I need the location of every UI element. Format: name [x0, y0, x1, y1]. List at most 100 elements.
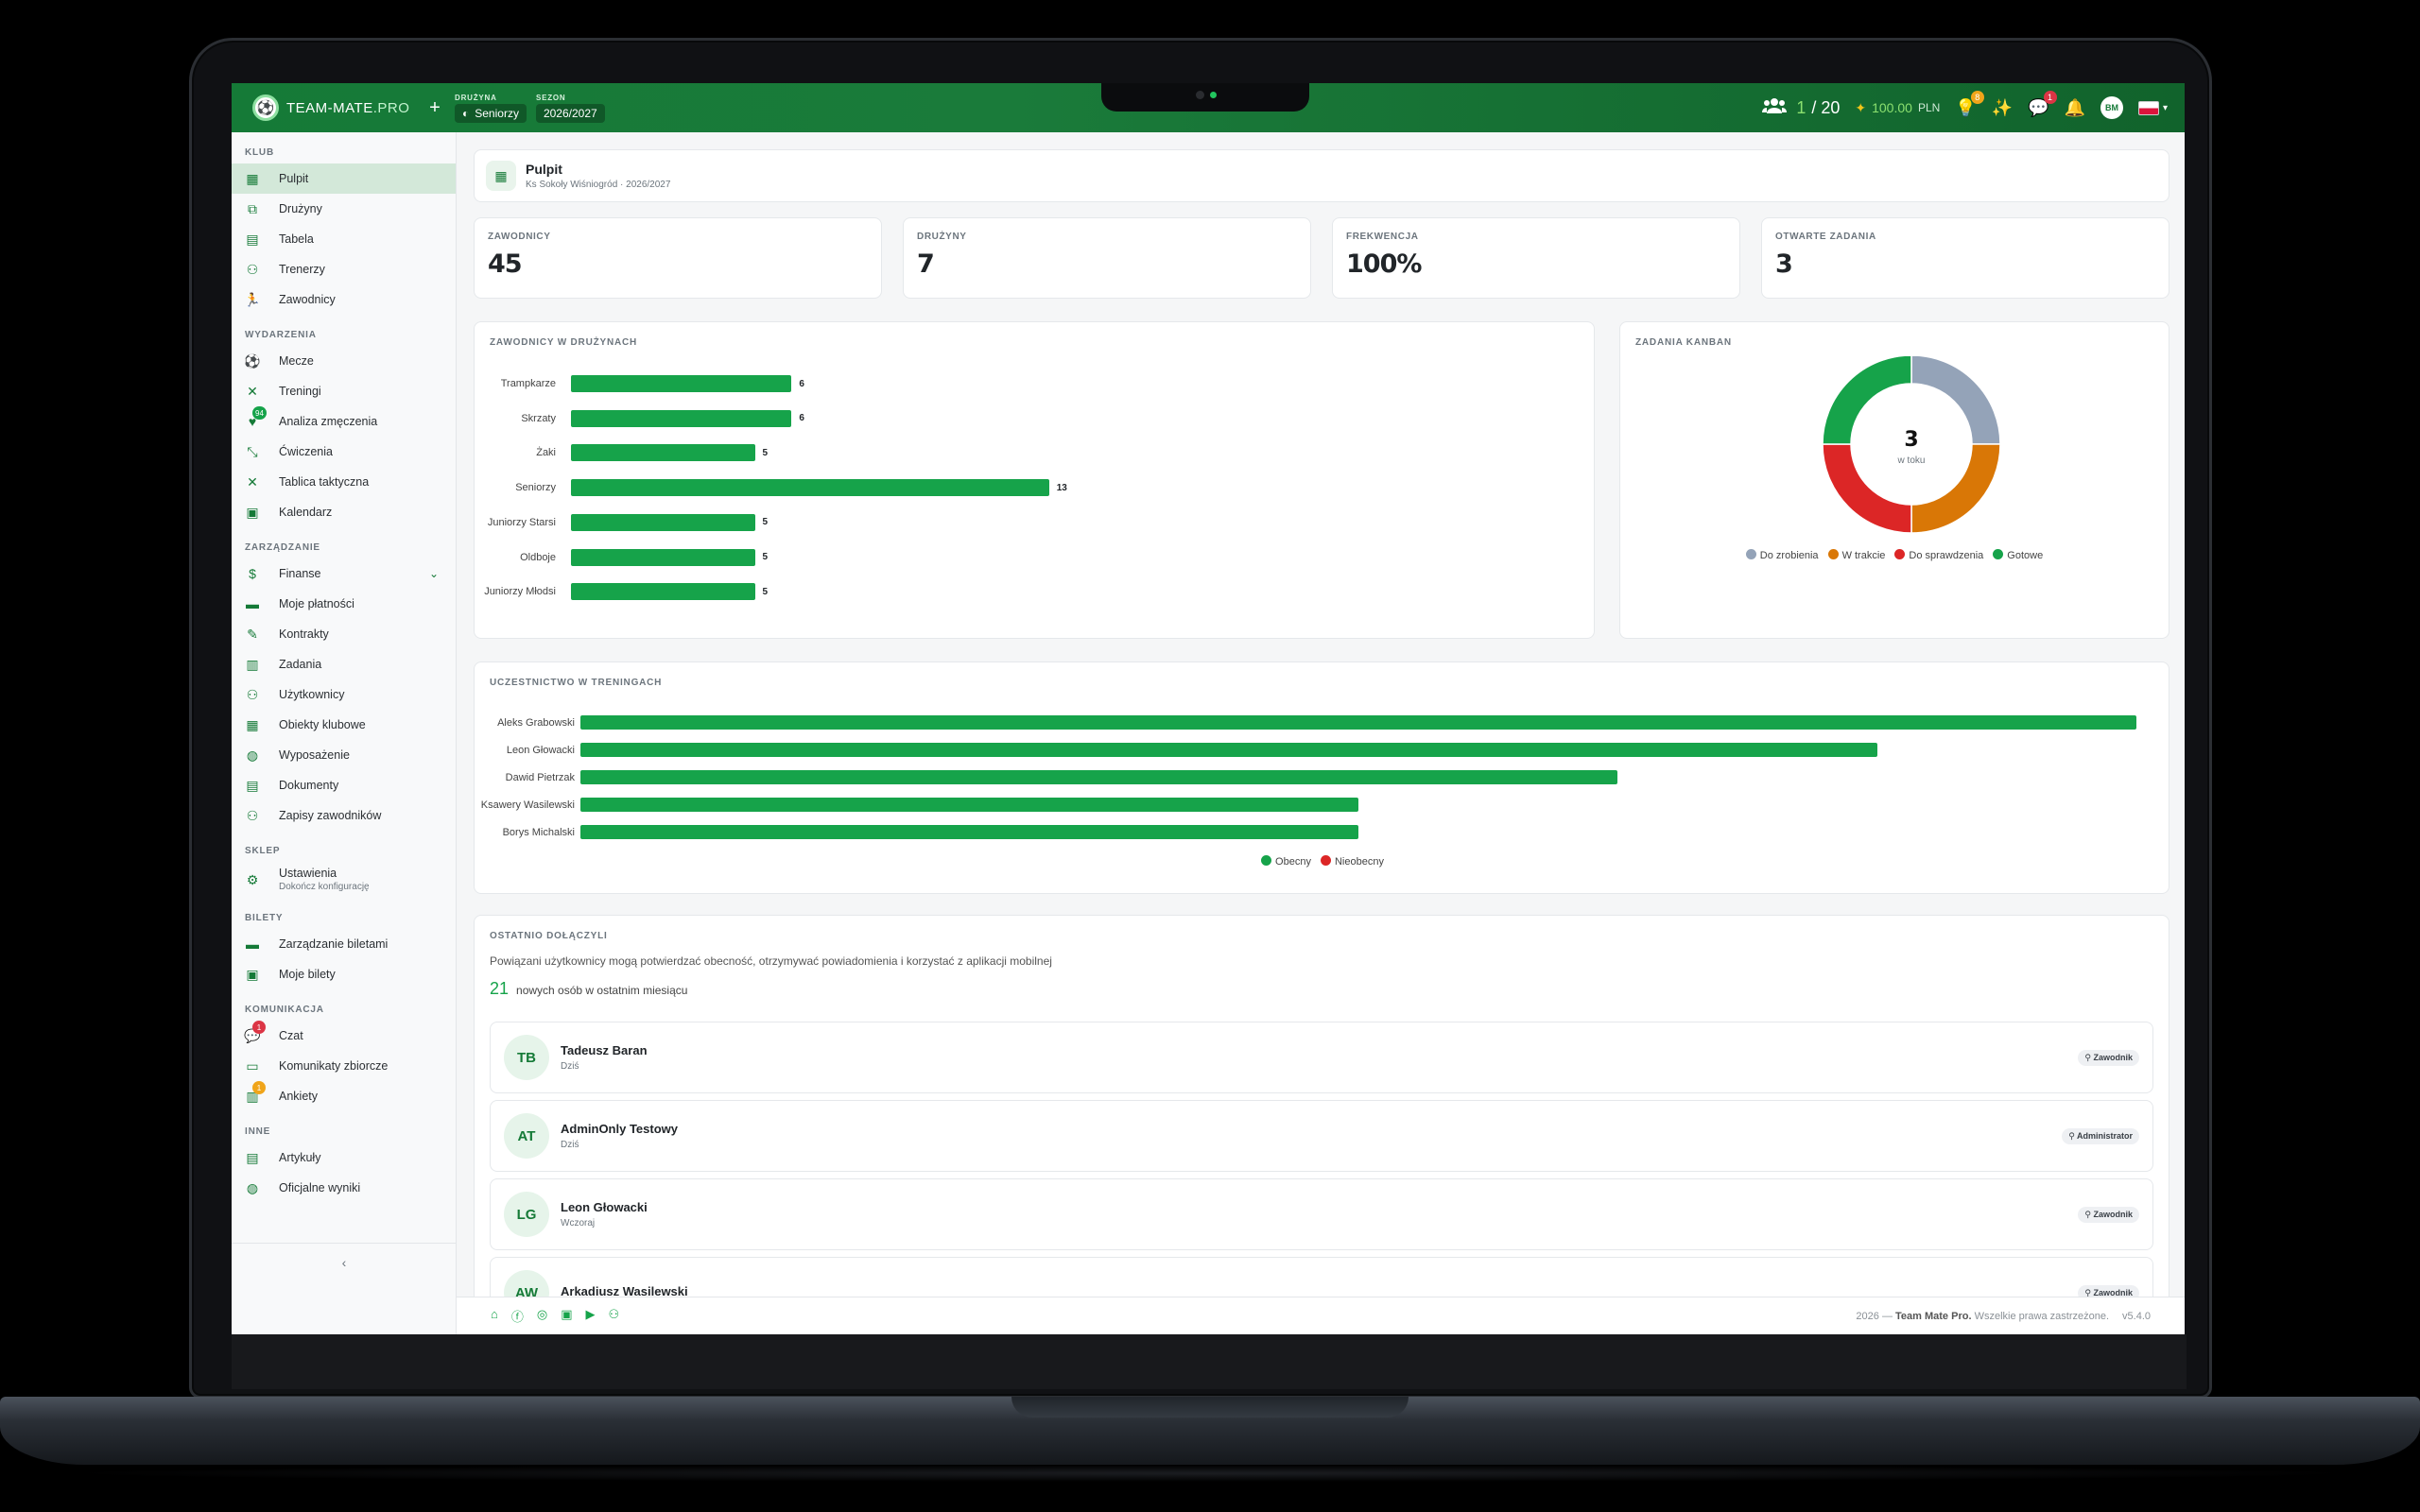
sidebar-item-platnosci[interactable]: ▬ Moje płatności	[232, 589, 456, 619]
bar-obecny[interactable]	[580, 770, 1618, 784]
bar[interactable]	[571, 479, 1049, 497]
footer-version: v5.4.0	[2122, 1310, 2151, 1322]
sidebar-item-treningi[interactable]: ✕ Treningi	[232, 376, 456, 406]
sidebar-item-label: Kalendarz	[279, 506, 333, 519]
legend-entry[interactable]: W trakcie	[1827, 549, 1885, 561]
donut-slice[interactable]	[1910, 356, 2001, 445]
footer: ⌂ ⓕ ◎ ▣ ▶ ⚇ 2026 — Team Mate Pro. Wszelk…	[457, 1297, 2185, 1334]
sidebar-item-zawodnicy[interactable]: 🏃 Zawodnicy	[232, 284, 456, 315]
legend-swatch	[1827, 549, 1839, 559]
stat-card-zadania: OTWARTE ZADANIA 3	[1761, 217, 2169, 299]
bar[interactable]	[571, 583, 755, 601]
legend-entry[interactable]: Gotowe	[1993, 549, 2043, 561]
sidebar-item-czat[interactable]: 💬 1 Czat	[232, 1021, 456, 1051]
list-item[interactable]: AW Arkadiusz Wasilewski ⚲ Zawodnik	[490, 1257, 2153, 1297]
chat-button[interactable]: 💬 1	[2028, 90, 2057, 118]
bar-row: Aleks Grabowski	[475, 715, 2136, 730]
sidebar-item-tabela[interactable]: ▤ Tabela	[232, 224, 456, 254]
bar-obecny[interactable]	[580, 715, 2136, 730]
stadium-icon: ▦	[246, 716, 259, 732]
season-value: 2026/2027	[543, 106, 597, 120]
sidebar-item-mecze[interactable]: ⚽ Mecze	[232, 346, 456, 376]
sidebar-item-uzytkownicy[interactable]: ⚇ Użytkownicy	[232, 679, 456, 710]
bar-row: Leon Głowacki	[475, 743, 1877, 757]
sidebar-item-dokumenty[interactable]: ▤ Dokumenty	[232, 770, 456, 800]
team-icon[interactable]: ⚇	[609, 1307, 620, 1325]
legend-entry[interactable]: Nieobecny	[1320, 855, 1384, 868]
sidebar-item-finanse[interactable]: $ Finanse ⌄	[232, 558, 456, 589]
legend-entry[interactable]: Do sprawdzenia	[1894, 549, 1983, 561]
sidebar-item-ankiety[interactable]: ▥ 1 Ankiety	[232, 1081, 456, 1111]
sidebar-item-tablica[interactable]: ✕ Tablica taktyczna	[232, 467, 456, 497]
bar-obecny[interactable]	[580, 743, 1877, 757]
sidebar-item-pulpit[interactable]: ▦ Pulpit	[232, 163, 456, 194]
legend-entry[interactable]: Obecny	[1261, 855, 1311, 868]
collapse-sidebar-button[interactable]: ‹	[232, 1243, 457, 1270]
stat-label: FREKWENCJA	[1346, 232, 1419, 242]
ai-button[interactable]: ✨	[1992, 98, 2013, 118]
donut-center-label: w toku	[1897, 455, 1926, 466]
stat-label: OTWARTE ZADANIA	[1775, 232, 1876, 242]
bar-obecny[interactable]	[580, 825, 1358, 839]
analiza-badge: 94	[252, 406, 267, 420]
sidebar-item-zadania[interactable]: ▥ Zadania	[232, 649, 456, 679]
legend-entry[interactable]: Do zrobienia	[1745, 549, 1819, 561]
legend-label: Do zrobienia	[1759, 550, 1819, 561]
sidebar-item-druzyny[interactable]: ⧉ Drużyny	[232, 194, 456, 224]
list-item[interactable]: TB Tadeusz Baran Dziś ⚲ Zawodnik	[490, 1022, 2153, 1093]
app-logo[interactable]: ⚽ TEAM-MATE.PRO	[252, 94, 423, 121]
bar[interactable]	[571, 444, 755, 462]
legend-label: Obecny	[1275, 856, 1311, 868]
chart-title: ZADANIA KANBAN	[1635, 337, 1732, 348]
sidebar-item-kalendarz[interactable]: ▣ Kalendarz	[232, 497, 456, 527]
legend-swatch	[1894, 549, 1906, 559]
sidebar-item-wyniki[interactable]: ◍ Oficjalne wyniki	[232, 1173, 456, 1203]
data-label: 5	[762, 517, 769, 528]
linkedin-icon[interactable]: ▣	[561, 1307, 572, 1325]
sidebar-item-artykuly[interactable]: ▤ Artykuły	[232, 1143, 456, 1173]
bar[interactable]	[571, 409, 792, 427]
add-button[interactable]: +	[423, 95, 447, 120]
sidebar-item-bilety-zarz[interactable]: ▬ Zarządzanie biletami	[232, 929, 456, 959]
instagram-icon[interactable]: ◎	[537, 1307, 547, 1325]
sidebar-item-label: Tablica taktyczna	[279, 475, 370, 489]
youtube-icon[interactable]: ▶	[586, 1307, 596, 1325]
runner-icon: 🏃	[244, 291, 261, 307]
wallet-balance[interactable]: ✦ 100.00 PLN	[1855, 100, 1940, 116]
language-selector[interactable]: ▾	[2137, 100, 2168, 115]
sidebar-item-zapisy[interactable]: ⚇ Zapisy zawodników	[232, 800, 456, 831]
list-item[interactable]: AT AdminOnly Testowy Dziś ⚲ Administrator	[490, 1100, 2153, 1172]
wallet-amount: 100.00	[1872, 100, 1912, 115]
sidebar-item-kontrakty[interactable]: ✎ Kontrakty	[232, 619, 456, 649]
document-icon: ▤	[246, 777, 259, 793]
laptop-base-notch	[1011, 1397, 1409, 1418]
season-selector[interactable]: SEZON 2026/2027	[535, 94, 605, 123]
list-item[interactable]: LG Leon Głowacki Wczoraj ⚲ Zawodnik	[490, 1178, 2153, 1250]
sidebar-item-analiza[interactable]: ♥ 94 Analiza zmęczenia	[232, 406, 456, 437]
home-icon[interactable]: ⌂	[491, 1307, 498, 1325]
facebook-icon[interactable]: ⓕ	[511, 1307, 524, 1325]
bar[interactable]	[571, 548, 755, 566]
donut-slice[interactable]	[1822, 356, 1912, 445]
bar[interactable]	[571, 375, 792, 392]
sidebar-item-label: Zawodnicy	[279, 293, 336, 306]
user-avatar[interactable]: BM	[2100, 96, 2123, 119]
footer-copyright: 2026 — Team Mate Pro. Wszelkie prawa zas…	[1856, 1310, 2110, 1322]
sidebar-item-moje-bilety[interactable]: ▣ Moje bilety	[232, 959, 456, 989]
members-counter[interactable]: 1 / 20	[1762, 97, 1840, 119]
sidebar-item-ustawienia[interactable]: ⚙ Ustawienia Dokończ konfigurację	[232, 862, 456, 898]
sidebar-item-cwiczenia[interactable]: ⤡ Ćwiczenia	[232, 437, 456, 467]
person-name: AdminOnly Testowy	[561, 1122, 678, 1136]
bar[interactable]	[571, 513, 755, 531]
sidebar-item-komunikaty[interactable]: ▭ Komunikaty zbiorcze	[232, 1051, 456, 1081]
team-selector[interactable]: DRUŻYNA ◐ Seniorzy	[455, 94, 527, 123]
sidebar-item-obiekty[interactable]: ▦ Obiekty klubowe	[232, 710, 456, 740]
sidebar-item-wyposazenie[interactable]: ◍ Wyposażenie	[232, 740, 456, 770]
sidebar-item-trenerzy[interactable]: ⚇ Trenerzy	[232, 254, 456, 284]
ball-icon: ⚽	[244, 352, 261, 369]
ideas-button[interactable]: 💡 8	[1955, 90, 1984, 118]
person-joined: Wczoraj	[561, 1218, 596, 1228]
section-inne: INNE	[245, 1126, 271, 1137]
notifications-button[interactable]: 🔔	[2065, 98, 2085, 118]
bar-obecny[interactable]	[580, 798, 1358, 812]
